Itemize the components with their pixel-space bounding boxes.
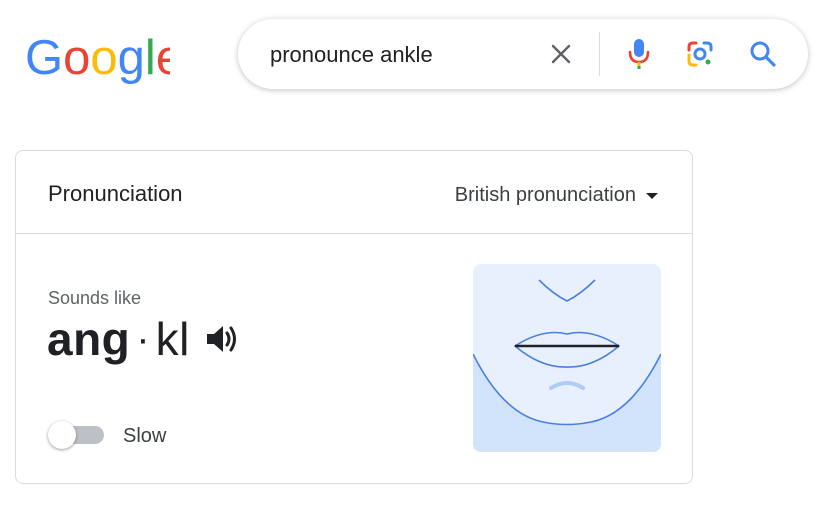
- lens-search-button[interactable]: [683, 37, 717, 71]
- lens-icon: [687, 41, 713, 67]
- mouth-illustration: [473, 264, 661, 452]
- logo-letter: l: [145, 31, 156, 84]
- google-logo[interactable]: Google: [25, 30, 170, 84]
- mic-icon: [628, 39, 650, 69]
- sounds-like-label: Sounds like: [48, 288, 142, 308]
- card-header: Pronunciation British pronunciation: [16, 151, 692, 234]
- speaker-icon: [206, 326, 236, 352]
- phonetic-spelling: ang · kl: [47, 311, 240, 367]
- caret-down-icon: [646, 192, 658, 199]
- voice-search-button[interactable]: [622, 37, 656, 71]
- slow-toggle[interactable]: [48, 419, 104, 451]
- slow-label: Slow: [123, 425, 167, 447]
- logo-letter: o: [90, 31, 117, 84]
- stressed-syllable: ang: [47, 313, 131, 365]
- play-audio-button[interactable]: [204, 321, 240, 357]
- unstressed-syllable: kl: [155, 313, 190, 365]
- svg-text:Google: Google: [25, 31, 170, 84]
- search-divider: [599, 32, 600, 76]
- syllable-separator: ·: [136, 316, 150, 361]
- logo-letter: o: [63, 31, 90, 84]
- search-icon: [750, 41, 776, 67]
- logo-letter: e: [156, 31, 170, 84]
- close-icon: [551, 44, 571, 64]
- toggle-knob: [48, 421, 76, 449]
- logo-letter: g: [118, 31, 145, 84]
- clear-button[interactable]: [544, 37, 578, 71]
- card-title: Pronunciation: [48, 181, 183, 206]
- pronunciation-card: Pronunciation British pronunciation Soun…: [15, 150, 693, 484]
- search-input[interactable]: pronounce ankle: [270, 42, 433, 68]
- search-bar[interactable]: pronounce ankle: [238, 19, 808, 89]
- dialect-dropdown[interactable]: British pronunciation: [455, 184, 658, 207]
- logo-letter: G: [25, 31, 63, 84]
- search-button[interactable]: [746, 37, 780, 71]
- dialect-label: British pronunciation: [454, 184, 636, 206]
